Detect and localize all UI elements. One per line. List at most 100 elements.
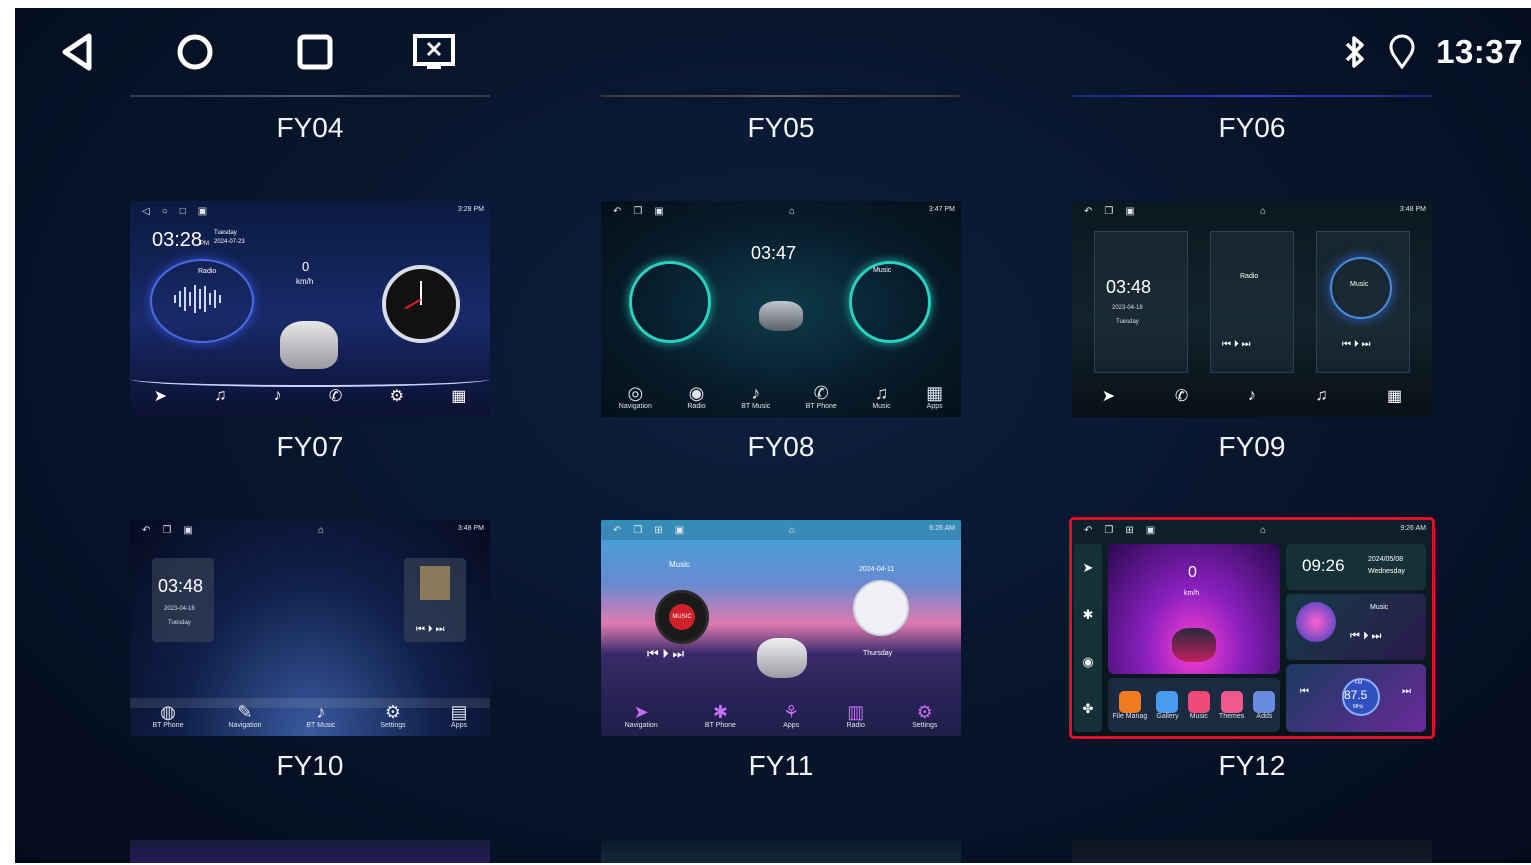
navigation-arrow-icon: ➤ bbox=[633, 701, 649, 722]
location-pin-icon bbox=[1389, 34, 1415, 70]
app-themes: Themes bbox=[1218, 690, 1245, 720]
clock-panel: 09:26 2024/05/08 Wednesday bbox=[1286, 544, 1426, 590]
theme-fy09-preview[interactable]: ↶ ❐ ▣ ⌂ 3:48 PM 03:48 2023-04-18 Tuesday R… bbox=[1072, 201, 1432, 417]
preview-dock: ◎ Navigation ◉ Radio ♪ BT Music ✆ BT Phone ♫… bbox=[601, 375, 961, 417]
home-icon: ⌂ bbox=[789, 524, 796, 536]
dock-label: Apps bbox=[926, 402, 943, 410]
recents-button[interactable] bbox=[293, 30, 337, 74]
preview-widget-label: Radio bbox=[198, 268, 217, 275]
preview-status-bar: ↶ ❐ ▣ ⌂ 3:48 PM bbox=[1072, 201, 1432, 221]
bluetooth-icon: ✱ bbox=[1082, 606, 1094, 622]
app-label: Gallery bbox=[1156, 712, 1179, 720]
theme-label-fy09[interactable]: FY09 bbox=[1072, 431, 1432, 463]
music-disc: MUSIC bbox=[655, 590, 709, 644]
music-controls: ⏮ ⏵ ⏭ bbox=[1350, 630, 1382, 642]
preview-status-time: 3:47 PM bbox=[928, 206, 955, 213]
apps-icon: ▤ bbox=[450, 701, 468, 722]
status-clock: 13:37 bbox=[1436, 33, 1523, 70]
preview-date: 2024-07-23 bbox=[214, 239, 245, 245]
theme-fy08-preview[interactable]: ↶ ❐ ▣ ⌂ 3:47 PM 03:47 Music ◎ Navigation ◉ R… bbox=[601, 201, 961, 417]
recents-icon: ❐ bbox=[1104, 205, 1114, 217]
screen-off-button[interactable] bbox=[412, 30, 456, 74]
back-button[interactable] bbox=[55, 30, 99, 74]
clock-hand-second bbox=[404, 298, 422, 310]
theme-label-fy11[interactable]: FY11 bbox=[601, 750, 961, 782]
car-image bbox=[757, 638, 807, 678]
analog-clock bbox=[853, 580, 909, 636]
home-icon: ⌂ bbox=[1260, 205, 1267, 217]
preview-speed: 0 bbox=[302, 259, 310, 274]
preview-speed-unit: km/h bbox=[296, 277, 314, 286]
preview-widget-label: Radio bbox=[1240, 273, 1259, 280]
music-controls: ⏮ ⏵ ⏭ bbox=[1342, 339, 1371, 350]
preview-date: 2023-04-18 bbox=[164, 606, 195, 612]
app-label: File Manag bbox=[1112, 712, 1148, 720]
dock-item: ⚙ Settings bbox=[380, 702, 405, 729]
theme-label-fy07[interactable]: FY07 bbox=[130, 431, 490, 463]
theme-next-row-preview-3[interactable] bbox=[1072, 840, 1432, 863]
dock-item: ⚘ Apps bbox=[783, 702, 799, 729]
folder-icon bbox=[1118, 690, 1141, 713]
theme-fy07-preview[interactable]: ◁ ○ □ ▣ 3:28 PM 03:28 PM Tuesday 2024-07-23… bbox=[130, 201, 490, 417]
preview-day: Tuesday bbox=[168, 620, 191, 626]
music-disc bbox=[1330, 257, 1392, 319]
app-shortcuts: File Manag Gallery Music Themes Adds bbox=[1108, 678, 1280, 732]
dock-item: ◉ Radio bbox=[687, 383, 705, 410]
dock-label: Navigation bbox=[618, 402, 652, 410]
preview-status-bar: ↶ ❐ ▣ ⌂ 3:48 PM bbox=[130, 520, 490, 540]
theme-label-fy08[interactable]: FY08 bbox=[601, 431, 961, 463]
preview-date: 2024-04-11 bbox=[859, 566, 895, 573]
dock-label: Settings bbox=[380, 721, 406, 729]
launcher-theme-selector: 13:37 FY04 FY05 FY06 ◁ ○ □ ▣ 3:28 PM 0 3:28 … bbox=[15, 8, 1531, 863]
radio-next-icon: ⏭ bbox=[1402, 686, 1411, 697]
recents-icon: ❐ bbox=[162, 524, 172, 536]
bt-phone-icon: ◍ bbox=[160, 701, 176, 722]
dock-label: Navigation bbox=[228, 721, 262, 729]
theme-next-row-preview-2[interactable] bbox=[601, 840, 961, 863]
dock-item: ◎ Navigation bbox=[619, 383, 652, 410]
preview-status-bar: ◁ ○ □ ▣ 3:28 PM bbox=[130, 201, 490, 221]
theme-fy12-preview[interactable]: ↶ ❐ ⊞ ▣ ⌂ 9:26 AM ➤ ✱ ◉ ✤ 0 km/h 09:26 2024… bbox=[1069, 517, 1435, 739]
theme-label-fy10[interactable]: FY10 bbox=[130, 750, 490, 782]
preview-speed-unit: km/h bbox=[1184, 590, 1200, 597]
preview-clock: 03:48 bbox=[1106, 277, 1152, 297]
theme-next-row-preview-1[interactable] bbox=[130, 840, 490, 863]
theme-label-fy06[interactable]: FY06 bbox=[1072, 112, 1432, 144]
music-controls: ⏮ ⏵ ⏭ bbox=[416, 624, 445, 635]
theme-fy10-preview[interactable]: ↶ ❐ ▣ ⌂ 3:48 PM 03:48 2023-04-18 Tuesday ⏮… bbox=[130, 520, 490, 736]
preview-dock: ➤ ♫ ♪ ✆ ⚙ ▦ bbox=[130, 375, 490, 417]
theme-label-fy12[interactable]: FY12 bbox=[1072, 750, 1432, 782]
app-gallery: Gallery bbox=[1156, 690, 1179, 720]
dock-item: ⚙ Settings bbox=[912, 702, 937, 729]
preview-clock: 03:48 bbox=[158, 576, 204, 596]
preview-clock: 03:47 bbox=[751, 243, 797, 263]
radio-icon: ◉ bbox=[1082, 653, 1094, 669]
apps-grid-icon: ▦ bbox=[451, 388, 467, 405]
dock-label: Music bbox=[872, 402, 891, 410]
apps-grid-icon: ▦ bbox=[1387, 388, 1403, 405]
app-adds: Adds bbox=[1253, 690, 1276, 720]
theme-label-fy04[interactable]: FY04 bbox=[130, 112, 490, 144]
preview-widget-label: Music bbox=[669, 560, 690, 569]
home-button[interactable] bbox=[173, 30, 217, 74]
settings-gear-icon: ⚙ bbox=[389, 388, 404, 405]
preview-date: 2023-04-18 bbox=[1112, 305, 1143, 311]
screen-icon: ▣ bbox=[674, 524, 685, 536]
back-icon: ↶ bbox=[142, 524, 151, 536]
app-file-manager: File Manag bbox=[1112, 690, 1148, 720]
preview-speed: 0 bbox=[1188, 564, 1197, 581]
navigation-arrow-icon: ➤ bbox=[153, 388, 168, 405]
theme-fy11-preview[interactable]: ↶ ❐ ⊞ ▣ ⌂ 6:26 AM Music MUSIC ⏮ ⏵ ⏭ 2024-04… bbox=[601, 520, 961, 736]
app-label: Themes bbox=[1218, 712, 1245, 720]
navigation-arrow-icon: ➤ bbox=[1082, 559, 1094, 575]
clock-hand-minute bbox=[420, 281, 422, 305]
music-note-icon bbox=[1187, 690, 1210, 713]
preview-status-bar: ↶ ❐ ⊞ ▣ ⌂ 9:26 AM bbox=[1072, 520, 1432, 540]
dock-label: BT Music bbox=[741, 402, 771, 410]
screen-off-icon bbox=[413, 34, 455, 69]
dock-label: BT Phone bbox=[805, 402, 837, 410]
screen-icon: ▣ bbox=[1125, 205, 1135, 217]
settings-gear-icon: ⚙ bbox=[384, 701, 402, 722]
theme-label-fy05[interactable]: FY05 bbox=[601, 112, 961, 144]
screen-icon: ▣ bbox=[654, 205, 664, 217]
